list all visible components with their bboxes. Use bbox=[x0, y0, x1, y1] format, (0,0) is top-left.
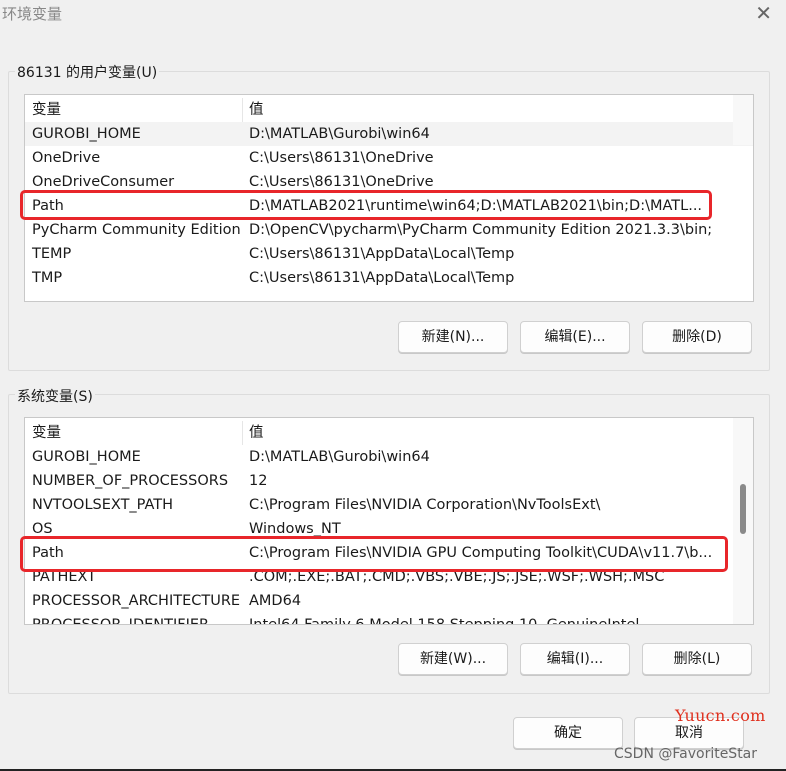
system-edit-button[interactable]: 编辑(I)... bbox=[520, 643, 630, 675]
user-vars-label: 86131 的用户变量(U) bbox=[15, 62, 160, 82]
variable-value: Intel64 Family 6 Model 158 Stepping 10, … bbox=[249, 617, 640, 625]
user-delete-button[interactable]: 删除(D) bbox=[642, 321, 752, 353]
user-edit-button[interactable]: 编辑(E)... bbox=[520, 321, 630, 353]
table-row[interactable]: OneDriveConsumer C:\Users\86131\OneDrive bbox=[25, 170, 753, 194]
column-separator[interactable] bbox=[242, 98, 243, 122]
table-row[interactable]: PROCESSOR_IDENTIFIER Intel64 Family 6 Mod… bbox=[25, 613, 753, 625]
system-vars-scrollbar[interactable] bbox=[733, 418, 753, 624]
user-new-button[interactable]: 新建(N)... bbox=[398, 321, 508, 353]
table-row[interactable]: Path C:\Program Files\NVIDIA GPU Computin… bbox=[25, 541, 753, 565]
table-row[interactable]: PyCharm Community Edition D:\OpenCV\pycha… bbox=[25, 218, 753, 242]
table-row[interactable]: PROCESSOR_ARCHITECTURE AMD64 bbox=[25, 589, 753, 613]
table-row[interactable]: NVTOOLSEXT_PATH C:\Program Files\NVIDIA C… bbox=[25, 493, 753, 517]
column-separator[interactable] bbox=[242, 421, 243, 445]
variable-value: D:\OpenCV\pycharm\PyCharm Community Edit… bbox=[249, 222, 713, 238]
variable-name: PROCESSOR_IDENTIFIER bbox=[32, 617, 210, 625]
column-header-value[interactable]: 值 bbox=[249, 421, 264, 445]
table-row[interactable]: GUROBI_HOME D:\MATLAB\Gurobi\win64 bbox=[25, 445, 753, 469]
scrollbar-thumb[interactable] bbox=[740, 484, 746, 534]
variable-name: NUMBER_OF_PROCESSORS bbox=[32, 473, 229, 489]
variable-value: C:\Users\86131\OneDrive bbox=[249, 174, 434, 190]
variable-name: PyCharm Community Edition bbox=[32, 222, 241, 238]
watermark-site: Yuucn.com bbox=[675, 706, 766, 725]
variable-value: D:\MATLAB\Gurobi\win64 bbox=[249, 449, 430, 465]
column-header-value[interactable]: 值 bbox=[249, 98, 264, 122]
window-title: 环境变量 bbox=[2, 5, 63, 23]
variable-name: GUROBI_HOME bbox=[32, 126, 141, 142]
table-row[interactable]: TMP C:\Users\86131\AppData\Local\Temp bbox=[25, 266, 753, 290]
user-vars-list[interactable]: 变量 值 GUROBI_HOME D:\MATLAB\Gurobi\win64 On… bbox=[24, 94, 754, 302]
watermark-credit: CSDN @FavoriteStar bbox=[614, 746, 758, 762]
system-delete-button[interactable]: 删除(L) bbox=[642, 643, 752, 675]
variable-value: Windows_NT bbox=[249, 521, 341, 537]
variable-value: C:\Users\86131\AppData\Local\Temp bbox=[249, 246, 515, 262]
variable-value: D:\MATLAB\Gurobi\win64 bbox=[249, 126, 430, 142]
title-bar: 环境变量 ✕ bbox=[0, 0, 786, 28]
user-vars-scrollbar[interactable] bbox=[733, 95, 753, 145]
table-row[interactable]: PATHEXT .COM;.EXE;.BAT;.CMD;.VBS;.VBE;.JS… bbox=[25, 565, 753, 589]
close-icon[interactable]: ✕ bbox=[755, 1, 772, 25]
table-row[interactable]: Path D:\MATLAB2021\runtime\win64;D:\MATLA… bbox=[25, 194, 753, 218]
environment-variables-dialog: { "window": { "title": "环境变量", "close_la… bbox=[0, 0, 786, 771]
table-row[interactable]: OS Windows_NT bbox=[25, 517, 753, 541]
variable-value: 12 bbox=[249, 473, 268, 489]
variable-name: Path bbox=[32, 545, 64, 561]
variable-name: TEMP bbox=[32, 246, 72, 262]
variable-name: PROCESSOR_ARCHITECTURE bbox=[32, 593, 241, 609]
variable-value: AMD64 bbox=[249, 593, 302, 609]
variable-value: .COM;.EXE;.BAT;.CMD;.VBS;.VBE;.JS;.JSE;.… bbox=[249, 569, 665, 585]
column-header-name[interactable]: 变量 bbox=[32, 98, 61, 122]
table-row[interactable]: NUMBER_OF_PROCESSORS 12 bbox=[25, 469, 753, 493]
variable-value: C:\Program Files\NVIDIA Corporation\NvTo… bbox=[249, 497, 601, 513]
variable-value: C:\Program Files\NVIDIA GPU Computing To… bbox=[249, 545, 713, 561]
system-vars-header-row: 变量 值 bbox=[25, 421, 753, 445]
table-row[interactable]: OneDrive C:\Users\86131\OneDrive bbox=[25, 146, 753, 170]
variable-name: OS bbox=[32, 521, 53, 537]
variable-value: C:\Users\86131\AppData\Local\Temp bbox=[249, 270, 515, 286]
system-vars-list[interactable]: 变量 值 GUROBI_HOME D:\MATLAB\Gurobi\win64 NU… bbox=[24, 417, 754, 625]
variable-name: OneDrive bbox=[32, 150, 101, 166]
variable-name: Path bbox=[32, 198, 64, 214]
variable-name: OneDriveConsumer bbox=[32, 174, 175, 190]
variable-name: NVTOOLSEXT_PATH bbox=[32, 497, 174, 513]
table-row[interactable]: GUROBI_HOME D:\MATLAB\Gurobi\win64 bbox=[25, 122, 753, 146]
table-row[interactable]: TEMP C:\Users\86131\AppData\Local\Temp bbox=[25, 242, 753, 266]
variable-name: PATHEXT bbox=[32, 569, 97, 585]
variable-value: C:\Users\86131\OneDrive bbox=[249, 150, 434, 166]
variable-name: TMP bbox=[32, 270, 63, 286]
ok-button[interactable]: 确定 bbox=[513, 717, 623, 749]
variable-name: GUROBI_HOME bbox=[32, 449, 141, 465]
variable-value: D:\MATLAB2021\runtime\win64;D:\MATLAB202… bbox=[249, 198, 703, 214]
user-vars-header-row: 变量 值 bbox=[25, 98, 753, 122]
system-vars-label: 系统变量(S) bbox=[15, 386, 95, 406]
column-header-name[interactable]: 变量 bbox=[32, 421, 61, 445]
system-new-button[interactable]: 新建(W)... bbox=[398, 643, 508, 675]
